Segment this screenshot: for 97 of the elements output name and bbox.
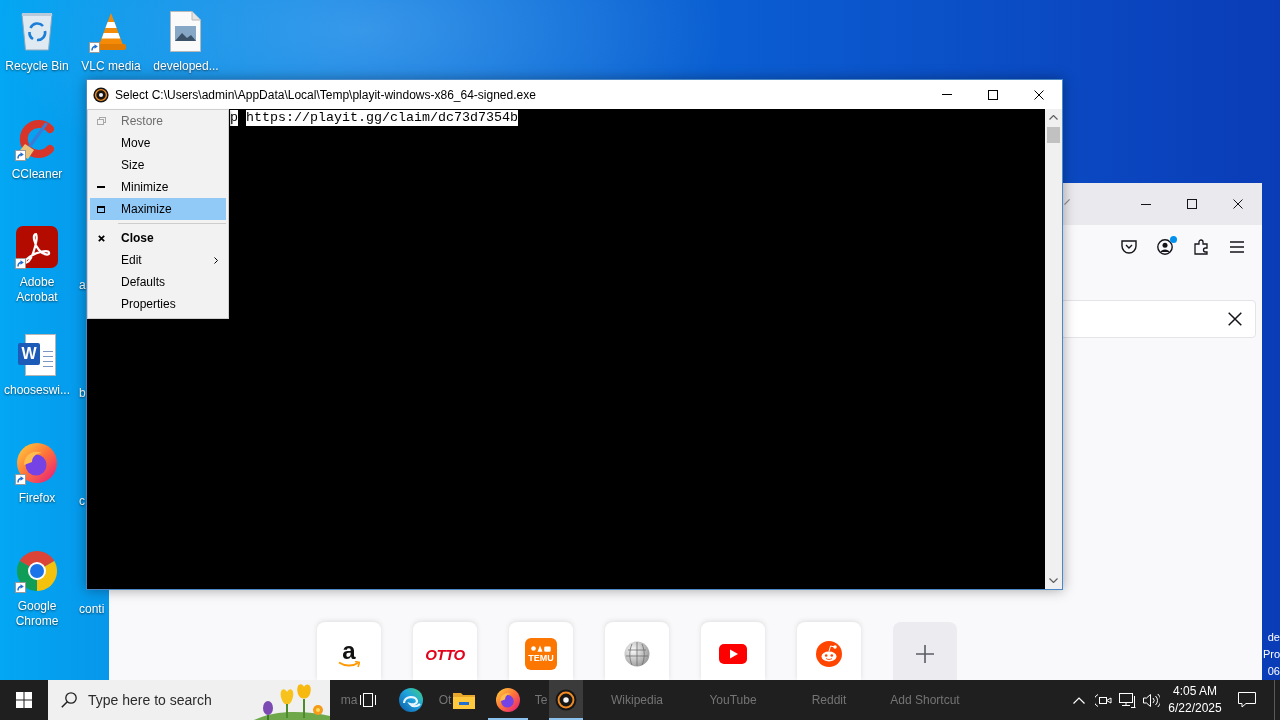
close-icon <box>97 234 105 242</box>
close-icon[interactable] <box>1233 199 1243 209</box>
shortcut-label[interactable]: Reddit <box>811 694 847 706</box>
maximize-icon[interactable] <box>1187 199 1197 209</box>
logo-text: OTTO <box>425 645 465 663</box>
shortcut-tile[interactable] <box>701 622 765 680</box>
folder-icon <box>453 691 475 709</box>
shortcut-label[interactable]: Te <box>534 694 548 706</box>
menu-icon[interactable] <box>1230 240 1244 253</box>
scroll-down-icon[interactable] <box>1049 578 1058 583</box>
minimize-icon[interactable] <box>1141 203 1151 205</box>
flame-globe-icon <box>17 443 57 483</box>
shortcut-arrow-icon <box>15 258 26 269</box>
shortcut-arrow-icon <box>15 150 26 161</box>
app-icon <box>93 86 109 103</box>
console-text: p <box>230 110 238 126</box>
shortcut-tile[interactable] <box>605 622 669 680</box>
desktop-icon[interactable]: Adobe Acrobat <box>1 225 73 305</box>
desktop-icon-label[interactable]: conti <box>79 602 105 616</box>
shapes-icon <box>531 645 551 652</box>
restore-icon <box>96 117 106 125</box>
menu-item[interactable]: Size <box>90 154 226 176</box>
desktop-icon-label[interactable]: a <box>79 278 86 292</box>
maximize-icon <box>97 205 105 213</box>
play-button-icon <box>719 644 747 664</box>
desktop-icon[interactable]: VLC media <box>81 9 141 74</box>
menu-item[interactable]: Move <box>90 132 226 154</box>
network-icon[interactable] <box>1118 692 1136 708</box>
menu-item[interactable]: Minimize <box>90 176 226 198</box>
desktop-text: 06 <box>1267 664 1280 679</box>
desktop-icon[interactable]: Google Chrome <box>1 549 73 629</box>
desktop-icon[interactable]: CCleaner <box>11 117 63 182</box>
desktop-text: Pro <box>1262 647 1280 662</box>
pocket-icon[interactable] <box>1121 239 1137 254</box>
logo-text: a <box>342 640 356 661</box>
scrollbar-thumb[interactable] <box>1047 127 1060 143</box>
menu-item[interactable]: Maximize <box>90 198 226 220</box>
desktop-icon[interactable]: developed... <box>153 9 219 74</box>
brush-letter-c-icon <box>17 118 57 160</box>
shortcut-label[interactable]: YouTube <box>709 694 757 706</box>
flame-globe-icon <box>496 688 520 712</box>
chevron-icon[interactable] <box>1064 199 1070 205</box>
shortcut-label[interactable]: Add Shortcut <box>890 694 960 706</box>
console-text: https://playit.gg/claim/dc73d7354b <box>246 110 518 126</box>
search-input[interactable]: Type here to search <box>88 692 238 708</box>
desktop-icon-label[interactable]: b <box>79 386 86 400</box>
menu-item[interactable]: Properties <box>90 293 226 315</box>
window-title: Select C:\Users\admin\AppData\Local\Temp\playit-windows-x86_64-signed.exe <box>115 87 536 102</box>
tricolor-circle-icon <box>17 551 57 591</box>
shortcut-tile[interactable] <box>893 622 957 680</box>
shortcut-tile[interactable]: TEMU <box>509 622 573 680</box>
menu-item[interactable]: Defaults <box>90 271 226 293</box>
volume-icon[interactable] <box>1142 692 1160 708</box>
shortcut-tile[interactable] <box>797 622 861 680</box>
shortcut-arrow-icon <box>15 474 26 485</box>
globe-icon <box>624 641 650 667</box>
desktop-icon[interactable]: W chooseswi... <box>4 333 70 398</box>
desktop-text: de <box>1267 630 1280 645</box>
swirl-icon <box>399 688 423 712</box>
maximize-icon[interactable] <box>988 89 998 100</box>
letter-badge: W <box>18 343 40 365</box>
menu-item[interactable]: Edit <box>90 249 226 271</box>
scrollbar[interactable] <box>1045 109 1062 589</box>
clock-time[interactable]: 4:05 AM <box>1173 683 1217 700</box>
app-icon <box>555 689 577 711</box>
account-icon[interactable] <box>1157 238 1173 255</box>
plus-icon <box>916 645 934 663</box>
puzzle-icon[interactable] <box>1193 238 1209 255</box>
menu-item[interactable]: Close <box>90 227 226 249</box>
shortcut-tile[interactable]: OTTO <box>413 622 477 680</box>
shortcut-label[interactable]: Ot <box>438 694 452 706</box>
video-camera-icon[interactable] <box>1094 692 1112 708</box>
image-file-icon <box>170 10 202 52</box>
desktop-icon-label[interactable]: c <box>79 494 85 508</box>
taskbar-button[interactable] <box>549 680 583 720</box>
pdf-icon <box>16 226 58 268</box>
shortcut-arrow-icon <box>15 582 26 593</box>
shortcut-label[interactable]: ma <box>340 694 358 706</box>
shortcut-label[interactable]: Wikipedia <box>611 694 663 706</box>
chevron-up-icon[interactable] <box>1073 696 1085 704</box>
desktop-icon[interactable]: Firefox <box>15 441 59 506</box>
notification-icon[interactable] <box>1238 692 1256 708</box>
minimize-icon <box>97 186 105 188</box>
task-view-icon <box>360 693 376 707</box>
recycle-bin-icon <box>21 11 53 51</box>
close-icon[interactable] <box>1034 89 1044 100</box>
alien-face-icon <box>816 641 842 667</box>
windows-logo-icon[interactable] <box>16 692 32 708</box>
search-icon <box>61 692 77 708</box>
scroll-up-icon[interactable] <box>1049 115 1058 120</box>
shortcut-tile[interactable]: a <box>317 622 381 680</box>
close-icon[interactable] <box>1228 312 1242 326</box>
smile-arrow-icon <box>338 660 360 668</box>
clock-date[interactable]: 6/22/2025 <box>1168 700 1222 717</box>
desktop-icon[interactable]: Recycle Bin <box>5 9 69 74</box>
logo-text: TEMU <box>528 653 554 663</box>
shortcut-arrow-icon <box>89 42 100 53</box>
